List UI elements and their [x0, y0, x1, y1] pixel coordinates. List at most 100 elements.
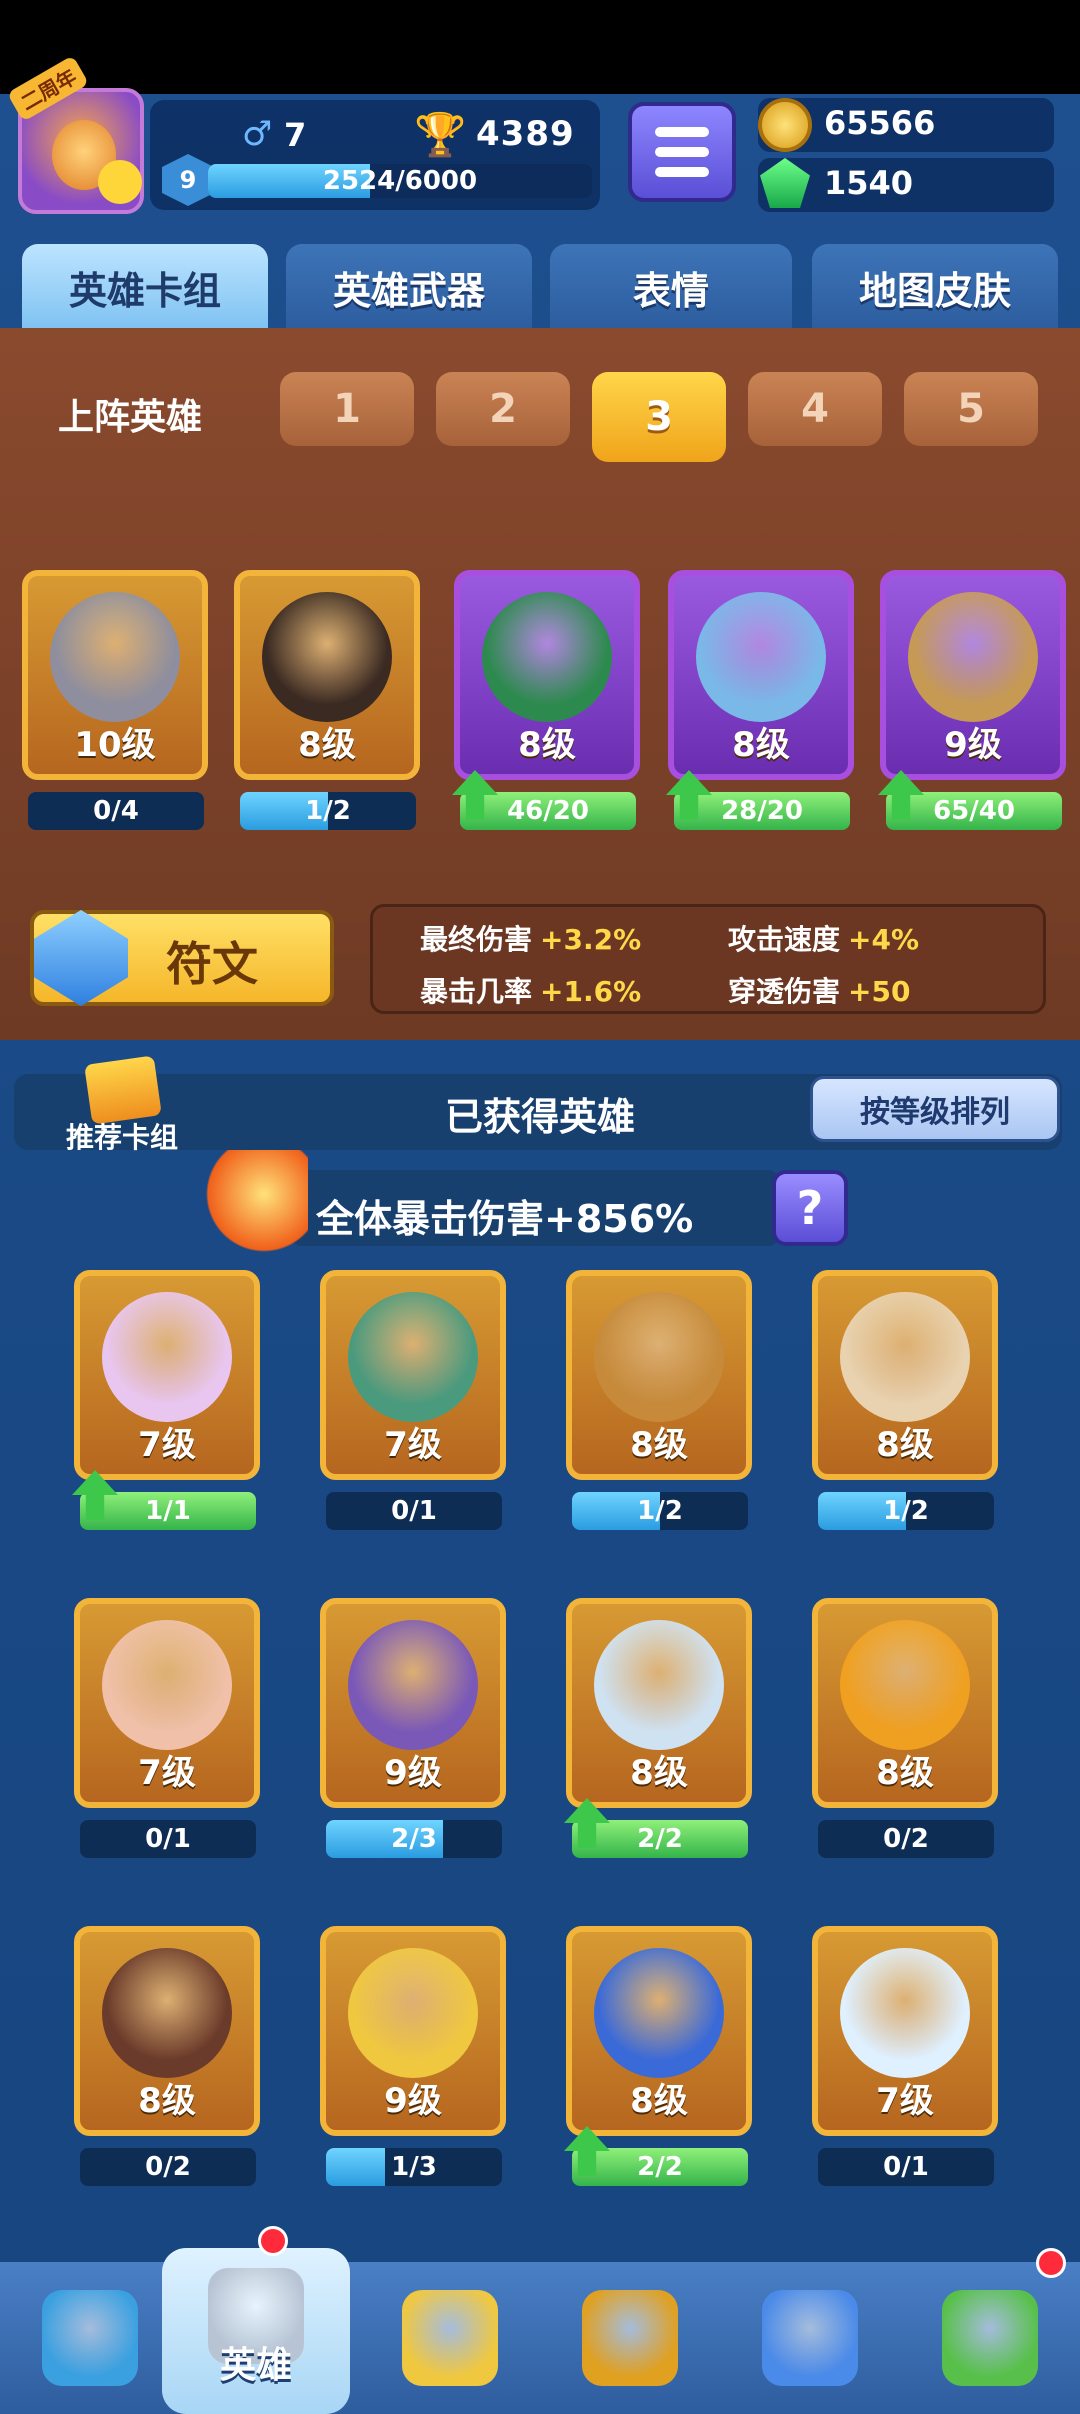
hero-progress-bar: 1/2 [818, 1492, 994, 1530]
tab-emotes[interactable]: 表情 [550, 244, 792, 330]
hero-progress-bar: 65/40 [886, 792, 1062, 830]
hero-progress-text: 28/20 [721, 796, 803, 826]
bonus-crit-rate: 暴击几率 +1.6% [420, 975, 642, 1008]
hero-progress-text: 2/2 [637, 2152, 683, 2182]
menu-line [655, 167, 709, 177]
nav-item-chest[interactable] [0, 2262, 180, 2414]
swords-icon [402, 2290, 498, 2386]
hero-portrait [840, 1620, 970, 1750]
hero-card[interactable]: 8级 [566, 1270, 752, 1480]
hero-level: 7级 [384, 1425, 442, 1465]
hero-progress-bar: 0/4 [28, 792, 204, 830]
hero-portrait [908, 592, 1038, 722]
nav-item-swords[interactable] [360, 2262, 540, 2414]
gem-count: 1540 [824, 164, 914, 202]
nav-heroes-label: 英雄 [219, 2345, 292, 2386]
hero-card[interactable]: 7级 [74, 1270, 260, 1480]
hero-progress-text: 1/3 [391, 2152, 437, 2182]
hero-portrait [840, 1948, 970, 2078]
bonus-penetration: 穿透伤害 +50 [728, 975, 911, 1008]
hero-progress-bar: 1/2 [240, 792, 416, 830]
menu-line [655, 127, 709, 137]
hero-card[interactable]: 8级 [566, 1926, 752, 2136]
deck-slot-2[interactable]: 2 [436, 372, 570, 446]
hero-level: 7级 [138, 1753, 196, 1793]
hero-portrait [594, 1292, 724, 1422]
hero-progress-bar: 0/1 [818, 2148, 994, 2186]
hero-card[interactable]: 7级 [812, 1926, 998, 2136]
hero-card[interactable]: 7级 [320, 1270, 506, 1480]
hero-progress-bar: 28/20 [674, 792, 850, 830]
hero-card[interactable]: 9级 [320, 1598, 506, 1808]
hero-progress-bar: 2/2 [572, 2148, 748, 2186]
menu-button[interactable] [628, 102, 736, 202]
status-bar [0, 0, 1080, 94]
tab-hero-deck[interactable]: 英雄卡组 [22, 244, 268, 330]
hero-portrait [102, 1620, 232, 1750]
hero-level: 7级 [138, 1425, 196, 1465]
hero-card[interactable]: 8级 [454, 570, 640, 780]
deck-slot-3[interactable]: 3 [592, 372, 726, 462]
hero-progress-bar: 46/20 [460, 792, 636, 830]
rune-label: 符文 [166, 937, 258, 991]
hero-card[interactable]: 8级 [74, 1926, 260, 2136]
hero-progress-text: 1/1 [145, 1496, 191, 1526]
hero-card[interactable]: 8级 [668, 570, 854, 780]
hero-progress-bar: 2/2 [572, 1820, 748, 1858]
hero-level: 8级 [298, 725, 356, 765]
hero-card[interactable]: 8级 [234, 570, 420, 780]
hero-progress-bar: 0/2 [818, 1820, 994, 1858]
coin-count: 65566 [824, 104, 936, 142]
sort-by-level-button[interactable]: 按等级排列 [810, 1076, 1060, 1142]
hero-card[interactable]: 8级 [566, 1598, 752, 1808]
hero-progress-text: 1/2 [305, 796, 351, 826]
hero-portrait [696, 592, 826, 722]
hero-level: 8级 [876, 1425, 934, 1465]
tab-hero-weapons[interactable]: 英雄武器 [286, 244, 532, 330]
hero-level: 10级 [74, 725, 156, 765]
hero-level: 9级 [384, 1753, 442, 1793]
nav-item-island[interactable] [900, 2262, 1080, 2414]
hero-progress-text: 46/20 [507, 796, 589, 826]
hero-portrait [840, 1292, 970, 1422]
hero-portrait [102, 1292, 232, 1422]
hero-progress-bar: 0/1 [80, 1820, 256, 1858]
deck-slot-4[interactable]: 4 [748, 372, 882, 446]
hero-portrait [348, 1620, 478, 1750]
hero-card[interactable]: 8级 [812, 1598, 998, 1808]
chest-icon [42, 2290, 138, 2386]
hero-card[interactable]: 10级 [22, 570, 208, 780]
notification-dot [1036, 2248, 1066, 2278]
nav-item-crown[interactable] [540, 2262, 720, 2414]
deck-slot-1[interactable]: 1 [280, 372, 414, 446]
bonus-attack-speed: 攻击速度 +4% [728, 923, 920, 956]
hero-progress-text: 0/2 [883, 1824, 929, 1854]
hero-portrait [348, 1292, 478, 1422]
trophy-count: 4389 [476, 114, 575, 154]
hero-portrait [594, 1620, 724, 1750]
help-button[interactable]: ? [772, 1170, 848, 1246]
hero-portrait [262, 592, 392, 722]
hero-progress-text: 1/2 [637, 1496, 683, 1526]
hero-card[interactable]: 9级 [320, 1926, 506, 2136]
hero-progress-text: 2/2 [637, 1824, 683, 1854]
deck-slot-5[interactable]: 5 [904, 372, 1038, 446]
hero-card[interactable]: 9级 [880, 570, 1066, 780]
menu-line [655, 147, 709, 157]
hero-card[interactable]: 7级 [74, 1598, 260, 1808]
hero-progress-text: 65/40 [933, 796, 1015, 826]
hero-portrait [50, 592, 180, 722]
global-crit-damage: 全体暴击伤害+856% [316, 1197, 694, 1241]
hero-level: 8级 [732, 725, 790, 765]
hero-progress-text: 1/2 [883, 1496, 929, 1526]
island-icon [942, 2290, 1038, 2386]
hero-portrait [482, 592, 612, 722]
hero-card[interactable]: 8级 [812, 1270, 998, 1480]
nav-item-team[interactable] [720, 2262, 900, 2414]
hero-progress-text: 0/1 [883, 2152, 929, 2182]
hero-level: 8级 [876, 1753, 934, 1793]
flaming-sword-icon [198, 1150, 308, 1260]
tab-map-skins[interactable]: 地图皮肤 [812, 244, 1058, 330]
bonus-final-damage: 最终伤害 +3.2% [420, 923, 642, 956]
hero-portrait [348, 1948, 478, 2078]
